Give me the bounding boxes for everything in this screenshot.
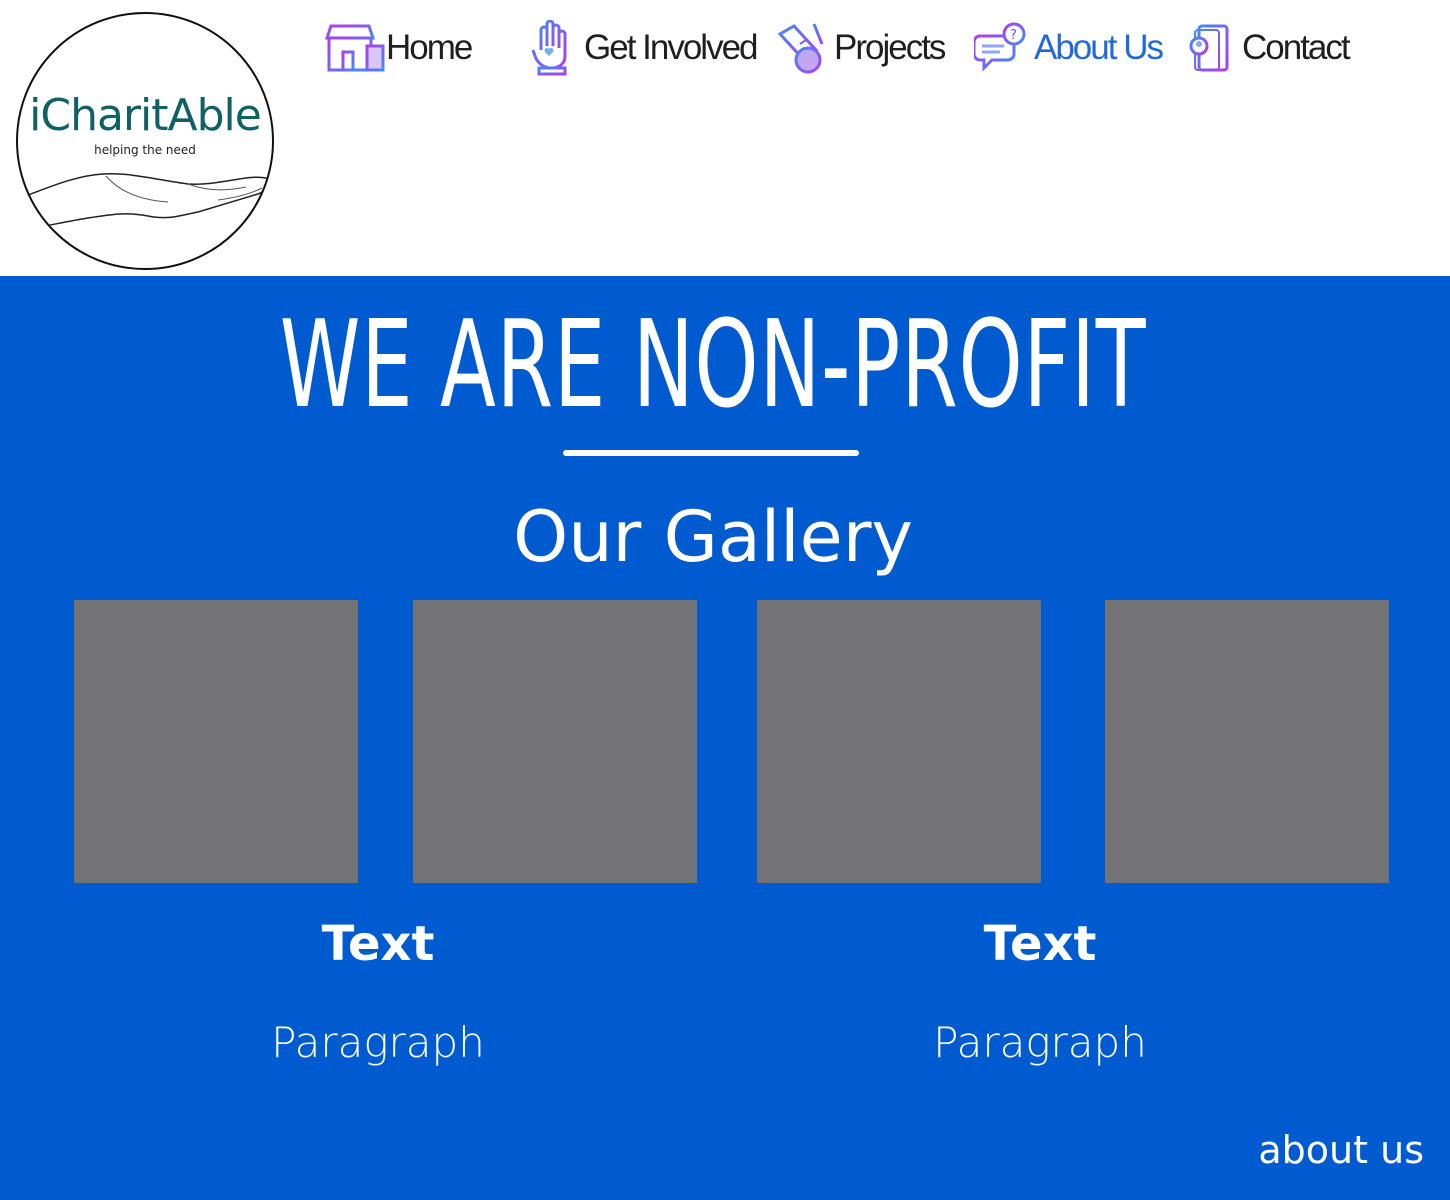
site-header: iCharitAble helping the need Home Get In…	[0, 0, 1450, 276]
raised-hand-heart-icon	[520, 20, 584, 76]
nav-about-us-label: About Us	[1034, 28, 1164, 67]
column-paragraph: Paragraph	[933, 1018, 1147, 1067]
gallery-image[interactable]	[413, 600, 697, 883]
broom-pointer-icon	[770, 20, 834, 76]
column-heading: Text	[321, 916, 435, 972]
main-section: WE ARE NON-PROFIT Our Gallery Text Parag…	[0, 276, 1450, 1200]
about-us-link[interactable]: about us	[1258, 1128, 1424, 1172]
nav-contact-label: Contact	[1242, 28, 1351, 67]
contact-book-icon	[1178, 20, 1242, 76]
gallery-image[interactable]	[74, 600, 358, 883]
nav-home[interactable]: Home	[322, 20, 473, 76]
storefront-icon	[322, 20, 386, 76]
logo-name: iCharitAble	[29, 90, 262, 141]
nav-projects[interactable]: Projects	[770, 20, 946, 76]
logo[interactable]: iCharitAble helping the need	[16, 12, 274, 270]
svg-text:?: ?	[1010, 28, 1017, 43]
gallery-title: Our Gallery	[513, 496, 913, 578]
chat-question-icon: ?	[970, 20, 1034, 76]
title-divider	[563, 450, 859, 456]
column-paragraph: Paragraph	[271, 1018, 485, 1067]
nav-get-involved-label: Get Involved	[584, 28, 758, 67]
hero-title: WE ARE NON-PROFIT	[279, 296, 1147, 435]
nav-get-involved[interactable]: Get Involved	[520, 20, 758, 76]
gallery-image[interactable]	[1105, 600, 1389, 883]
gallery-image[interactable]	[757, 600, 1041, 883]
nav-home-label: Home	[386, 28, 473, 67]
column-heading: Text	[983, 916, 1097, 972]
nav-projects-label: Projects	[834, 28, 946, 67]
open-hand-icon	[19, 172, 271, 231]
nav-contact[interactable]: Contact	[1178, 20, 1351, 76]
nav-about-us[interactable]: ? About Us	[970, 20, 1164, 76]
